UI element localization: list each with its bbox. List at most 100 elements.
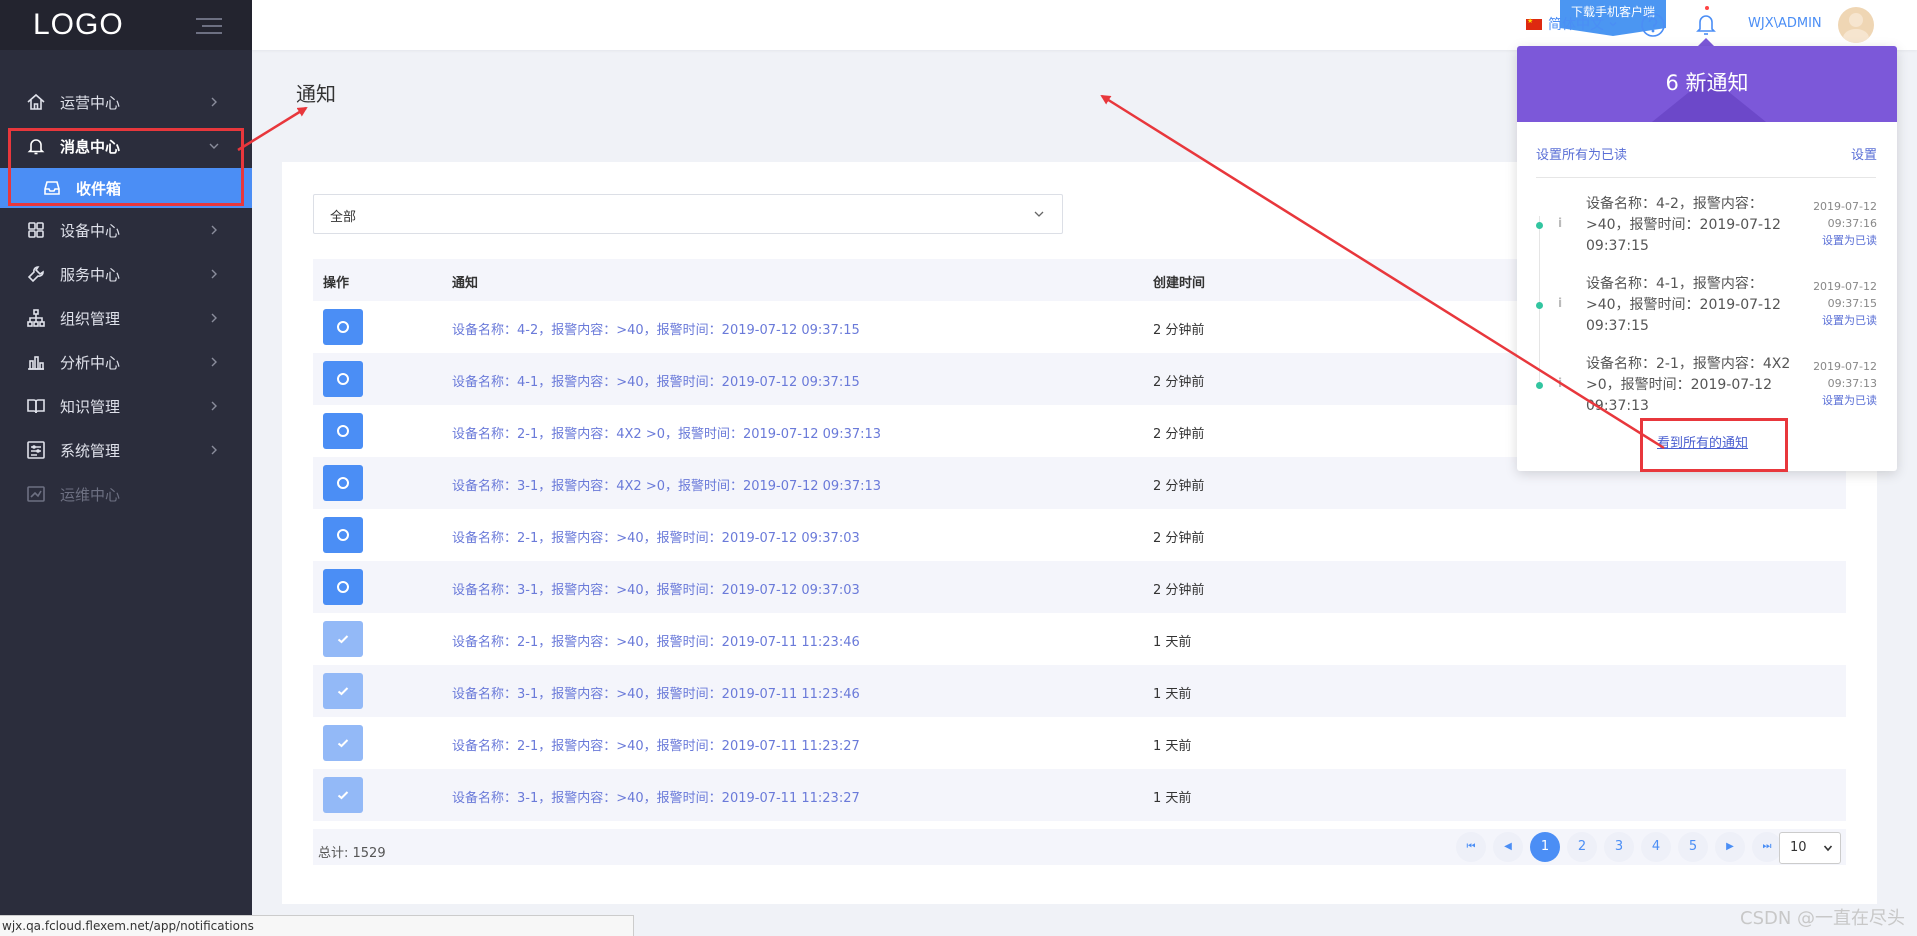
mark-read-button[interactable] xyxy=(323,361,363,397)
sidebar-item-label: 知识管理 xyxy=(60,397,121,416)
language-selector[interactable]: 简体中文 xyxy=(1526,14,1619,34)
notification-link[interactable]: 设备名称：2-1，报警内容：>40，报警时间：2019-07-11 11:23:… xyxy=(452,735,860,754)
info-icon: i xyxy=(1557,216,1563,230)
created-time: 2 分钟前 xyxy=(1153,375,1205,390)
maintenance-icon xyxy=(26,484,46,504)
notification-bell-icon[interactable] xyxy=(1694,11,1718,37)
notification-link[interactable]: 设备名称：2-1，报警内容：>40，报警时间：2019-07-11 11:23:… xyxy=(452,631,860,650)
logo: LOGO xyxy=(33,8,124,41)
first-page-icon[interactable]: ⏮ xyxy=(1456,832,1486,862)
created-time: 1 天前 xyxy=(1153,739,1192,754)
sidebar-item-devices[interactable]: 设备中心 xyxy=(0,208,252,252)
help-icon[interactable] xyxy=(1640,12,1666,38)
wrench-icon xyxy=(26,264,46,284)
sidebar-item-operations[interactable]: 运营中心 xyxy=(0,80,252,124)
table-row: 设备名称：2-1，报警内容：>40，报警时间：2019-07-11 11:23:… xyxy=(313,717,1846,769)
read-status-button[interactable] xyxy=(323,673,363,709)
language-label: 简体中文 xyxy=(1548,17,1604,33)
page-button[interactable]: 4 xyxy=(1641,832,1671,862)
popup-notification-date: 2019-07-12 09:37:16 xyxy=(1813,200,1877,230)
chevron-right-icon xyxy=(211,225,217,235)
notification-settings-link[interactable]: 设置 xyxy=(1851,144,1877,163)
sidebar-item-label: 组织管理 xyxy=(60,309,121,328)
table-row: 设备名称：3-1，报警内容：>40，报警时间：2019-07-12 09:37:… xyxy=(313,561,1846,613)
popup-notification-item[interactable]: i 设备名称：2-1，报警内容：4X2 >0，报警时间：2019-07-12 0… xyxy=(1517,354,1897,434)
mark-as-read-link[interactable]: 设置为已读 xyxy=(1822,232,1877,248)
home-icon xyxy=(26,92,46,112)
see-all-notifications-link[interactable]: 看到所有的通知 xyxy=(1657,432,1748,451)
mark-read-button[interactable] xyxy=(323,465,363,501)
popup-notification-date: 2019-07-12 09:37:13 xyxy=(1813,360,1877,390)
chevron-down-icon xyxy=(1034,211,1044,217)
created-time: 1 天前 xyxy=(1153,791,1192,806)
sidebar-item-knowledge[interactable]: 知识管理 xyxy=(0,384,252,428)
username[interactable]: WJX\ADMIN xyxy=(1748,16,1822,31)
read-status-button[interactable] xyxy=(323,621,363,657)
notification-link[interactable]: 设备名称：4-1，报警内容：>40，报警时间：2019-07-12 09:37:… xyxy=(452,371,860,390)
avatar[interactable] xyxy=(1838,7,1874,43)
read-status-button[interactable] xyxy=(323,777,363,813)
mark-as-read-link[interactable]: 设置为已读 xyxy=(1822,312,1877,328)
prev-page-icon[interactable]: ◀ xyxy=(1493,832,1523,862)
notification-link[interactable]: 设备名称：3-1，报警内容：4X2 >0，报警时间：2019-07-12 09:… xyxy=(452,475,881,494)
sidebar-item-organization[interactable]: 组织管理 xyxy=(0,296,252,340)
notification-link[interactable]: 设备名称：3-1，报警内容：>40，报警时间：2019-07-12 09:37:… xyxy=(452,579,860,598)
popup-notification-date: 2019-07-12 09:37:15 xyxy=(1813,280,1877,310)
sidebar-item-service[interactable]: 服务中心 xyxy=(0,252,252,296)
notification-filter-select[interactable]: 全部 xyxy=(313,194,1063,234)
sidebar: LOGO 运营中心 消息中心 收件箱 设备中心 服务中心 组织管理 分析中心 知… xyxy=(0,0,252,936)
created-time: 2 分钟前 xyxy=(1153,323,1205,338)
mark-read-button[interactable] xyxy=(323,569,363,605)
next-page-icon[interactable]: ▶ xyxy=(1715,832,1745,862)
unread-dot xyxy=(1536,302,1543,309)
mark-as-read-link[interactable]: 设置为已读 xyxy=(1822,392,1877,408)
created-time: 1 天前 xyxy=(1153,687,1192,702)
grid-icon xyxy=(26,220,46,240)
popup-title: 6 新通知 xyxy=(1665,71,1749,95)
mark-read-button[interactable] xyxy=(323,517,363,553)
notification-link[interactable]: 设备名称：4-2，报警内容：>40，报警时间：2019-07-12 09:37:… xyxy=(452,319,860,338)
read-status-button[interactable] xyxy=(323,725,363,761)
notification-link[interactable]: 设备名称：2-1，报警内容：4X2 >0，报警时间：2019-07-12 09:… xyxy=(452,423,881,442)
divider xyxy=(1536,177,1876,178)
popup-notification-item[interactable]: i 设备名称：4-2，报警内容：>40，报警时间：2019-07-12 09:3… xyxy=(1517,194,1897,274)
mark-read-button[interactable] xyxy=(323,309,363,345)
sidebar-item-system[interactable]: 系统管理 xyxy=(0,428,252,472)
info-icon: i xyxy=(1557,296,1563,310)
table-row: 设备名称：3-1，报警内容：>40，报警时间：2019-07-11 11:23:… xyxy=(313,665,1846,717)
sidebar-item-inbox[interactable]: 收件箱 xyxy=(0,168,252,208)
menu-toggle-icon[interactable] xyxy=(196,18,222,39)
sidebar-item-label: 收件箱 xyxy=(76,179,122,198)
notification-link[interactable]: 设备名称：3-1，报警内容：>40，报警时间：2019-07-11 11:23:… xyxy=(452,683,860,702)
page-button[interactable]: 2 xyxy=(1567,832,1597,862)
page-button[interactable]: 1 xyxy=(1530,832,1560,862)
popup-notification-item[interactable]: i 设备名称：4-1，报警内容：>40，报警时间：2019-07-12 09:3… xyxy=(1517,274,1897,354)
sidebar-item-maintenance: 运维中心 xyxy=(0,472,252,516)
page-button[interactable]: 3 xyxy=(1604,832,1634,862)
notification-link[interactable]: 设备名称：2-1，报警内容：>40，报警时间：2019-07-12 09:37:… xyxy=(452,527,860,546)
table-row: 设备名称：2-1，报警内容：>40，报警时间：2019-07-11 11:23:… xyxy=(313,613,1846,665)
chevron-right-icon xyxy=(211,357,217,367)
circle-icon xyxy=(337,581,349,593)
sidebar-item-label: 系统管理 xyxy=(60,441,121,460)
sidebar-menu: 运营中心 消息中心 收件箱 设备中心 服务中心 组织管理 分析中心 知识管理 系… xyxy=(0,80,252,516)
popup-notification-text: 设备名称：4-1，报警内容：>40，报警时间：2019-07-12 09:37:… xyxy=(1586,276,1781,334)
sidebar-item-label: 运营中心 xyxy=(60,93,121,112)
circle-icon xyxy=(337,425,349,437)
sidebar-item-messages[interactable]: 消息中心 xyxy=(0,124,252,168)
notification-link[interactable]: 设备名称：3-1，报警内容：>40，报警时间：2019-07-11 11:23:… xyxy=(452,787,860,806)
mark-all-read-link[interactable]: 设置所有为已读 xyxy=(1536,144,1627,163)
circle-icon xyxy=(337,321,349,333)
created-time: 2 分钟前 xyxy=(1153,479,1205,494)
last-page-icon[interactable]: ⏭ xyxy=(1752,832,1782,862)
page-button[interactable]: 5 xyxy=(1678,832,1708,862)
notification-dot xyxy=(1705,6,1709,10)
mark-read-button[interactable] xyxy=(323,413,363,449)
page-size-select[interactable]: 10 xyxy=(1779,832,1841,864)
sidebar-item-analytics[interactable]: 分析中心 xyxy=(0,340,252,384)
info-icon: i xyxy=(1557,376,1563,390)
bar-chart-icon xyxy=(26,352,46,372)
column-header-action: 操作 xyxy=(323,276,350,291)
chevron-down-icon xyxy=(1823,845,1833,852)
circle-icon xyxy=(337,373,349,385)
